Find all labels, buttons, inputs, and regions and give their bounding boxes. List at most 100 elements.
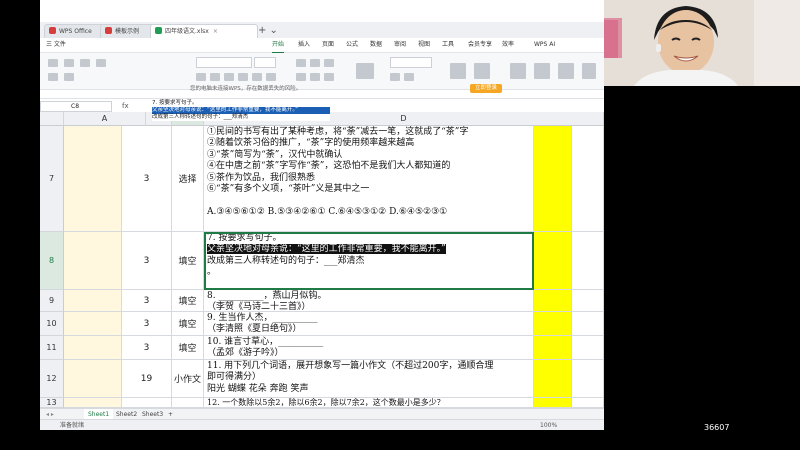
italic-icon[interactable] bbox=[210, 73, 220, 81]
cell-c9[interactable]: 填空 bbox=[172, 290, 204, 312]
cell-b9[interactable]: 3 bbox=[122, 290, 172, 312]
new-tab-button[interactable]: + ⌄ bbox=[258, 24, 278, 37]
cell-d10[interactable]: 9. 生当作人杰，__________ （李清照《夏日绝句》） bbox=[204, 312, 534, 336]
cell-a7[interactable] bbox=[64, 126, 122, 232]
sum-icon[interactable] bbox=[510, 63, 526, 79]
copy-icon[interactable] bbox=[80, 59, 90, 67]
select-all-corner[interactable] bbox=[40, 112, 64, 126]
menu-efficiency[interactable]: 效率 bbox=[502, 38, 514, 52]
cell-f8[interactable] bbox=[572, 232, 604, 290]
cell-d9[interactable]: 8. __________，燕山月似钩。 （李贺《马诗二十三首》） bbox=[204, 290, 534, 312]
cell-d7[interactable]: ①民间的书写有出了某种考虑，将“荼”减去一笔，这就成了“茶”字 ②随着饮茶习俗的… bbox=[204, 126, 534, 232]
login-button[interactable]: 立即登录 bbox=[470, 84, 503, 93]
row-header-10[interactable]: 10 bbox=[40, 312, 64, 336]
paste-icon[interactable] bbox=[48, 59, 58, 67]
row-header-7[interactable]: 7 bbox=[40, 126, 64, 232]
column-header-a[interactable]: A bbox=[64, 112, 146, 126]
sheet-tab-2[interactable]: Sheet2 bbox=[112, 409, 141, 419]
cell-f12[interactable] bbox=[572, 360, 604, 398]
align-right-icon[interactable] bbox=[324, 73, 334, 81]
cell-d12[interactable]: 11. 用下列几个词语，展开想象写一篇小作文（不超过200字，通顺合理 即可得满… bbox=[204, 360, 534, 398]
cell-f9[interactable] bbox=[572, 290, 604, 312]
merge-cells-icon[interactable] bbox=[356, 63, 374, 79]
thousands-icon[interactable] bbox=[404, 73, 414, 81]
menu-tools[interactable]: 工具 bbox=[442, 38, 454, 52]
fx-icon[interactable]: fx bbox=[122, 99, 129, 113]
menu-data[interactable]: 数据 bbox=[370, 38, 382, 52]
menu-file[interactable]: 三 文件 bbox=[46, 38, 66, 52]
cell-f13[interactable] bbox=[572, 398, 604, 408]
sort-icon[interactable] bbox=[558, 63, 574, 79]
cell-e9[interactable] bbox=[534, 290, 572, 312]
cell-a10[interactable] bbox=[64, 312, 122, 336]
number-format-select[interactable] bbox=[390, 57, 432, 68]
menu-insert[interactable]: 插入 bbox=[298, 38, 310, 52]
sheet-tab-3[interactable]: Sheet3 bbox=[138, 409, 167, 419]
row-header-8[interactable]: 8 bbox=[40, 232, 64, 290]
cell-b12[interactable]: 19 bbox=[122, 360, 172, 398]
cell-b7[interactable]: 3 bbox=[122, 126, 172, 232]
cell-d11[interactable]: 10. 谁言寸草心，__________ （孟郊《游子吟》） bbox=[204, 336, 534, 360]
align-left-icon[interactable] bbox=[296, 73, 306, 81]
undo-icon[interactable] bbox=[48, 73, 58, 81]
cell-e10[interactable] bbox=[534, 312, 572, 336]
conditional-format-icon[interactable] bbox=[450, 63, 466, 79]
cell-e8[interactable] bbox=[534, 232, 572, 290]
name-box[interactable]: C8 bbox=[40, 101, 112, 112]
add-sheet-button[interactable]: + bbox=[164, 409, 177, 419]
table-style-icon[interactable] bbox=[474, 63, 490, 79]
cell-b11[interactable]: 3 bbox=[122, 336, 172, 360]
menu-member[interactable]: 会员专享 bbox=[468, 38, 492, 52]
cell-a12[interactable] bbox=[64, 360, 122, 398]
border-icon[interactable] bbox=[238, 73, 248, 81]
percent-icon[interactable] bbox=[390, 73, 400, 81]
cell-b13[interactable] bbox=[122, 398, 172, 408]
row-header-11[interactable]: 11 bbox=[40, 336, 64, 360]
zoom-level[interactable]: 100% bbox=[540, 420, 557, 430]
cell-f10[interactable] bbox=[572, 312, 604, 336]
fill-icon[interactable] bbox=[582, 63, 596, 79]
sheet-nav-arrows[interactable]: ◂ ▸ bbox=[42, 409, 58, 419]
tab-spreadsheet[interactable]: 四年级语文.xlsx × bbox=[150, 24, 258, 38]
font-size-select[interactable] bbox=[254, 57, 276, 68]
cell-b8[interactable]: 3 bbox=[122, 232, 172, 290]
close-icon[interactable]: × bbox=[213, 28, 218, 35]
menu-wps-ai[interactable]: WPS AI bbox=[534, 38, 555, 52]
fill-color-icon[interactable] bbox=[252, 73, 262, 81]
cell-c13[interactable] bbox=[172, 398, 204, 408]
redo-icon[interactable] bbox=[64, 73, 74, 81]
cell-e12[interactable] bbox=[534, 360, 572, 398]
cell-e13[interactable] bbox=[534, 398, 572, 408]
cell-c12[interactable]: 小作文 bbox=[172, 360, 204, 398]
align-middle-icon[interactable] bbox=[310, 59, 320, 67]
menu-home[interactable]: 开始 bbox=[272, 38, 285, 54]
align-bottom-icon[interactable] bbox=[324, 59, 334, 67]
formula-input[interactable]: 7. 按要求写句子。 父亲坚决地对母亲说：“这里的工作非常重要，我不能离开。” … bbox=[152, 100, 330, 121]
cell-e7[interactable] bbox=[534, 126, 572, 232]
cell-b10[interactable]: 3 bbox=[122, 312, 172, 336]
font-name-select[interactable] bbox=[196, 57, 252, 68]
format-painter-icon[interactable] bbox=[96, 59, 106, 67]
menu-review[interactable]: 审阅 bbox=[394, 38, 406, 52]
cell-a13[interactable] bbox=[64, 398, 122, 408]
cell-a11[interactable] bbox=[64, 336, 122, 360]
cell-c8[interactable]: 填空 bbox=[172, 232, 204, 290]
row-header-13[interactable]: 13 bbox=[40, 398, 64, 408]
cell-f11[interactable] bbox=[572, 336, 604, 360]
align-top-icon[interactable] bbox=[296, 59, 306, 67]
font-color-icon[interactable] bbox=[266, 73, 276, 81]
row-header-12[interactable]: 12 bbox=[40, 360, 64, 398]
cell-c10[interactable]: 填空 bbox=[172, 312, 204, 336]
cell-f7[interactable] bbox=[572, 126, 604, 232]
cell-c11[interactable]: 填空 bbox=[172, 336, 204, 360]
cell-d13[interactable]: 12. 一个数除以5余2，除以6余2，除以7余2，这个数最小是多少？ bbox=[204, 398, 534, 408]
cut-icon[interactable] bbox=[64, 59, 74, 67]
align-center-icon[interactable] bbox=[310, 73, 320, 81]
sheet-grid[interactable]: A B C D 7 3 选择 ①民间的书写有出了某种考虑，将“荼”减去一笔，这就… bbox=[40, 112, 604, 408]
cell-e11[interactable] bbox=[534, 336, 572, 360]
cell-c7[interactable]: 选择 bbox=[172, 126, 204, 232]
underline-icon[interactable] bbox=[224, 73, 234, 81]
cell-a8[interactable] bbox=[64, 232, 122, 290]
cell-a9[interactable] bbox=[64, 290, 122, 312]
menu-formula[interactable]: 公式 bbox=[346, 38, 358, 52]
